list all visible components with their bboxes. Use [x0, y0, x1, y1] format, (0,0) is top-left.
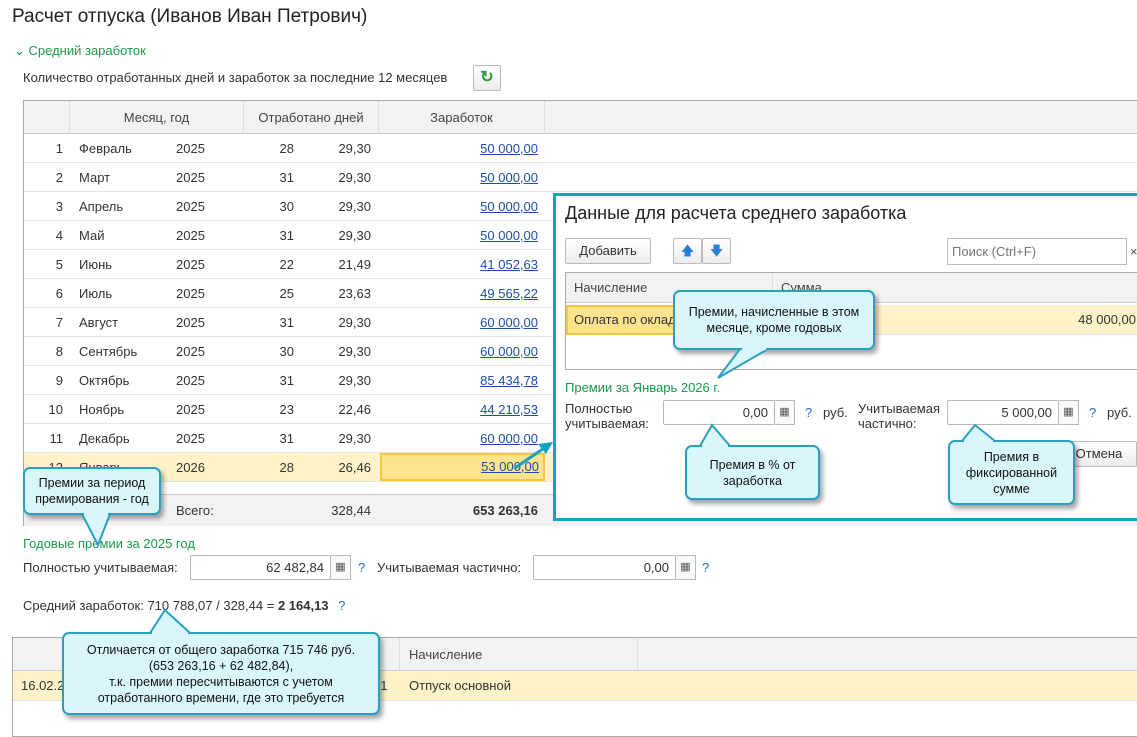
unit-label: руб.	[823, 405, 848, 420]
earnings-link[interactable]: 85 434,78	[379, 366, 538, 395]
earnings-link[interactable]: 53 000,00	[380, 453, 545, 481]
earnings-link[interactable]: 50 000,00	[379, 163, 538, 192]
dialog-title: Данные для расчета среднего заработка	[565, 203, 907, 223]
average-earnings-formula: Средний заработок: 710 788,07 / 328,44 =…	[23, 598, 346, 613]
help-icon[interactable]: ?	[1089, 405, 1096, 420]
full-label: Полностью учитываемая:	[565, 401, 649, 431]
earnings-link[interactable]: 50 000,00	[379, 192, 538, 221]
subtitle: Количество отработанных дней и заработок…	[23, 70, 448, 85]
move-up-button[interactable]: 🡅	[673, 238, 702, 264]
callout-average-difference: Отличается от общего заработка 715 746 р…	[62, 632, 380, 715]
unit-label: руб.	[1107, 405, 1132, 420]
callout-fixed-bonus: Премия в фиксированной сумме	[948, 440, 1075, 505]
annual-bonus-title: Годовые премии за 2025 год	[23, 536, 195, 551]
earnings-link[interactable]: 50 000,00	[379, 221, 538, 250]
callout-monthly-bonus: Премии, начисленные в этом месяце, кроме…	[673, 290, 875, 350]
part-input[interactable]: 5 000,00	[947, 400, 1059, 425]
part-label: Учитываемая частично:	[858, 401, 941, 431]
callout-percent-bonus: Премия в % от заработка	[685, 445, 820, 500]
header-earnings: Заработок	[379, 101, 545, 134]
annual-part-input[interactable]: 0,00	[533, 555, 676, 580]
earnings-link[interactable]: 60 000,00	[379, 337, 538, 366]
arrow-up-icon: 🡅	[680, 243, 695, 258]
refresh-button[interactable]: ↻	[473, 65, 501, 91]
help-icon[interactable]: ?	[805, 405, 812, 420]
help-icon[interactable]: ?	[358, 560, 365, 575]
add-button[interactable]: Добавить	[565, 238, 651, 264]
header-days: Отработано дней	[244, 101, 379, 134]
header-month: Месяц, год	[70, 101, 244, 134]
help-icon[interactable]: ?	[702, 560, 709, 575]
calculator-icon[interactable]: ▦	[775, 400, 795, 425]
earnings-link[interactable]: 41 052,63	[379, 250, 538, 279]
clear-search-button[interactable]: ×	[1130, 244, 1137, 259]
page-title: Расчет отпуска (Иванов Иван Петрович)	[12, 6, 368, 27]
calculator-icon[interactable]: ▦	[331, 555, 351, 580]
move-down-button[interactable]: 🡇	[702, 238, 731, 264]
earnings-link[interactable]: 49 565,22	[379, 279, 538, 308]
annual-full-label: Полностью учитываемая:	[23, 560, 178, 575]
earnings-link[interactable]: 44 210,53	[379, 395, 538, 424]
full-input[interactable]: 0,00	[663, 400, 775, 425]
calculator-icon[interactable]: ▦	[1059, 400, 1079, 425]
section-toggle-average-earnings[interactable]: ⌄ Средний заработок	[14, 43, 146, 59]
chevron-down-icon: ⌄	[14, 43, 25, 58]
table-row[interactable]: 1 Февраль 2025 28 29,30 50 000,00	[24, 134, 1137, 163]
table-row[interactable]: 2 Март 2025 31 29,30 50 000,00	[24, 163, 1137, 192]
refresh-icon: ↻	[480, 69, 494, 86]
earnings-link[interactable]: 50 000,00	[379, 134, 538, 163]
annual-part-label: Учитываемая частично:	[377, 560, 522, 575]
annual-full-input[interactable]: 62 482,84	[190, 555, 331, 580]
header-num	[24, 101, 70, 134]
calculator-icon[interactable]: ▦	[676, 555, 696, 580]
search-input[interactable]	[947, 238, 1127, 265]
earnings-link[interactable]: 60 000,00	[379, 308, 538, 337]
help-icon[interactable]: ?	[338, 598, 345, 613]
header-accrual: Начисление	[400, 638, 638, 671]
bonus-title: Премии за Январь 2026 г.	[565, 380, 721, 395]
arrow-down-icon: 🡇	[709, 243, 724, 258]
callout-bonus-period: Премии за период премирования - год	[23, 467, 161, 515]
earnings-link[interactable]: 60 000,00	[379, 424, 538, 453]
